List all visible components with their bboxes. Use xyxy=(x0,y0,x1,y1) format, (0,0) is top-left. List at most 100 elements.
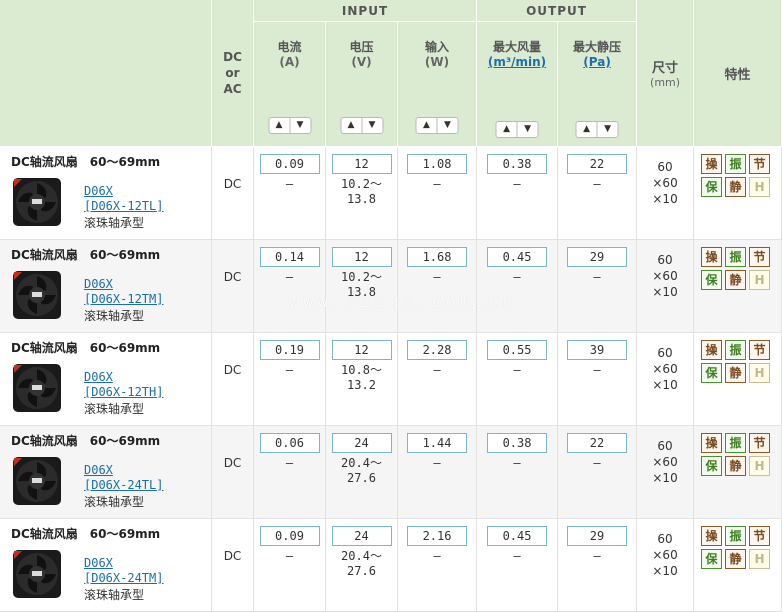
sort-ascending-icon[interactable]: ▲ xyxy=(497,122,517,137)
column-label: 最大风量 xyxy=(493,40,542,54)
product-cell: DC轴流风扇 60～69mm D06X [D06X-24TM] 滚珠轴承型 xyxy=(0,519,212,612)
sort-descending-icon[interactable]: ▼ xyxy=(289,118,310,133)
pressure-value: 29 xyxy=(567,526,628,546)
feature-icon[interactable]: 保 xyxy=(701,363,723,383)
feature-row: 操振节 xyxy=(701,154,781,174)
size-cell: 60 ×60 ×10 xyxy=(637,426,695,519)
feature-icon[interactable]: H xyxy=(749,270,771,290)
pressure-cell: 22 – xyxy=(558,147,638,240)
feature-icon[interactable]: 保 xyxy=(701,270,723,290)
feature-icon[interactable]: 节 xyxy=(749,340,771,360)
sort-descending-icon[interactable]: ▼ xyxy=(596,122,618,137)
feature-icon[interactable]: 保 xyxy=(701,456,723,476)
sort-ascending-icon[interactable]: ▲ xyxy=(269,118,289,133)
feature-icon[interactable]: 节 xyxy=(749,526,771,546)
feature-icon[interactable]: 静 xyxy=(725,456,747,476)
range-dash: – xyxy=(433,363,441,377)
input-value: 1.44 xyxy=(407,433,468,453)
voltage-range: 10.2～ 13.8 xyxy=(341,270,382,299)
feature-icon[interactable]: 振 xyxy=(725,433,747,453)
feature-icon[interactable]: 操 xyxy=(701,340,723,360)
column-unit: (W) xyxy=(424,55,450,69)
feature-icon[interactable]: 静 xyxy=(725,363,747,383)
model-link[interactable]: D06X [D06X-24TM] xyxy=(84,556,163,586)
fan-image-icon[interactable] xyxy=(12,549,62,599)
feature-icon[interactable]: 保 xyxy=(701,177,723,197)
model-link[interactable]: D06X [D06X-24TL] xyxy=(84,463,163,493)
feature-icon[interactable]: 静 xyxy=(725,270,747,290)
feature-icon[interactable]: 振 xyxy=(725,526,747,546)
current-value: 0.09 xyxy=(259,154,320,174)
sort-ascending-icon[interactable]: ▲ xyxy=(417,118,437,133)
input-cell: 1.08 – xyxy=(398,147,478,240)
sort-ascending-icon[interactable]: ▲ xyxy=(577,122,597,137)
output-group-header: OUTPUT xyxy=(477,0,638,22)
sort-descending-icon[interactable]: ▼ xyxy=(361,118,382,133)
range-dash: – xyxy=(285,177,294,191)
current-value: 0.19 xyxy=(259,340,320,360)
feature-icon[interactable]: 振 xyxy=(725,247,747,267)
feature-icon[interactable]: H xyxy=(749,363,771,383)
sort-control: ▲ ▼ xyxy=(575,121,619,138)
feature-row: 保静H xyxy=(701,456,781,476)
feature-icon[interactable]: 节 xyxy=(749,433,771,453)
sort-descending-icon[interactable]: ▼ xyxy=(516,122,538,137)
current-cell: 0.06 – xyxy=(254,426,326,519)
feature-row: 操振节 xyxy=(701,247,781,267)
feature-icon[interactable]: 节 xyxy=(749,154,771,174)
input-value: 2.16 xyxy=(407,526,468,546)
bearing-type: 滚珠轴承型 xyxy=(84,495,145,509)
sort-control: ▲ ▼ xyxy=(495,121,539,138)
feature-icon[interactable]: H xyxy=(749,177,771,197)
fan-spec-table: DC or AC INPUT OUTPUT 尺寸 (mm) 特性 电流 (A) ▲ ▼… xyxy=(0,0,782,612)
input-cell: 1.68 – xyxy=(398,240,478,333)
feature-icon[interactable]: 静 xyxy=(725,549,747,569)
model-link[interactable]: D06X [D06X-12TL] xyxy=(84,184,163,214)
feature-icon[interactable]: 操 xyxy=(701,433,723,453)
table-row: DC轴流风扇 60～69mm D06X [D06X-24TL] 滚珠轴承型 DC 0.06… xyxy=(0,426,782,519)
voltage-value: 24 xyxy=(331,526,392,546)
model-link[interactable]: D06X [D06X-12TH] xyxy=(84,370,163,400)
size-cell: 60 ×60 ×10 xyxy=(637,240,695,333)
voltage-range: 20.4～ 27.6 xyxy=(341,549,382,578)
current-cell: 0.09 – xyxy=(254,519,326,612)
feature-icon[interactable]: 节 xyxy=(749,247,771,267)
feature-icon[interactable]: 振 xyxy=(725,340,747,360)
feature-icon[interactable]: 操 xyxy=(701,154,723,174)
feature-row: 保静H xyxy=(701,270,781,290)
voltage-value: 12 xyxy=(331,340,392,360)
bearing-type: 滚珠轴承型 xyxy=(84,216,145,230)
sort-control: ▲ ▼ xyxy=(415,117,459,134)
sort-descending-icon[interactable]: ▼ xyxy=(436,118,458,133)
range-dash: – xyxy=(593,456,601,470)
feature-icon[interactable]: 静 xyxy=(725,177,747,197)
voltage-range: 10.8～ 13.2 xyxy=(341,363,382,392)
feature-header: 特性 xyxy=(694,0,782,147)
fan-image-icon[interactable] xyxy=(12,456,62,506)
feature-icon[interactable]: H xyxy=(749,549,771,569)
airflow-value: 0.38 xyxy=(487,433,548,453)
voltage-cell: 12 10.2～ 13.8 xyxy=(326,240,398,333)
model-link[interactable]: D06X [D06X-12TM] xyxy=(84,277,163,307)
input-group-header: INPUT xyxy=(254,0,478,22)
sort-control: ▲ ▼ xyxy=(340,117,383,134)
range-dash: – xyxy=(593,549,601,563)
column-unit[interactable]: (m³/min) xyxy=(477,55,557,70)
fan-image-icon[interactable] xyxy=(12,270,62,320)
feature-icon[interactable]: 操 xyxy=(701,247,723,267)
feature-icon[interactable]: 操 xyxy=(701,526,723,546)
feature-icon[interactable]: 保 xyxy=(701,549,723,569)
range-dash: – xyxy=(433,270,441,284)
fan-image-icon[interactable] xyxy=(12,177,62,227)
feature-icon[interactable]: H xyxy=(749,456,771,476)
column-unit[interactable]: (Pa) xyxy=(558,55,636,70)
pressure-cell: 22 – xyxy=(558,426,638,519)
sort-ascending-icon[interactable]: ▲ xyxy=(341,118,361,133)
feature-icon[interactable]: 振 xyxy=(725,154,747,174)
column-label: 电压 xyxy=(349,40,374,54)
fan-image-icon[interactable] xyxy=(12,363,62,413)
product-cell: DC轴流风扇 60～69mm D06X [D06X-12TH] 滚珠轴承型 xyxy=(0,333,212,426)
column-header-voltage: 电压 (V) ▲ ▼ xyxy=(326,22,398,147)
range-dash: – xyxy=(593,363,601,377)
voltage-value: 12 xyxy=(331,247,392,267)
